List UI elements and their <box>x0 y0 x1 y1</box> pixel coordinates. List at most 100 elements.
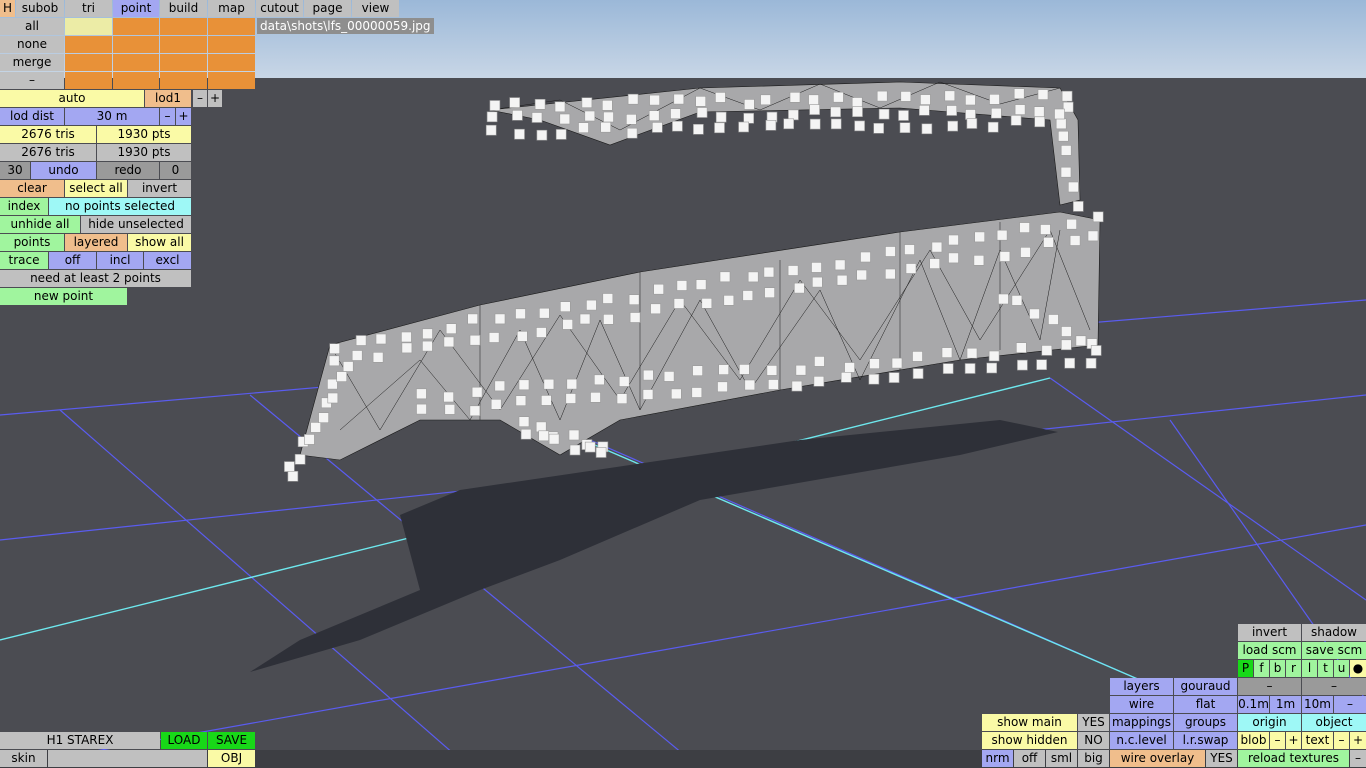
point-marker[interactable] <box>538 307 550 319</box>
point-marker[interactable] <box>918 105 930 116</box>
hide-unselected-button[interactable]: hide unselected <box>81 216 191 233</box>
point-marker[interactable] <box>814 356 825 367</box>
point-marker[interactable] <box>1034 116 1045 128</box>
point-marker[interactable] <box>401 331 412 343</box>
point-marker[interactable] <box>793 282 805 294</box>
point-marker[interactable] <box>565 393 577 404</box>
point-marker[interactable] <box>673 298 685 309</box>
color-cell[interactable] <box>65 54 112 71</box>
color-cell[interactable] <box>208 54 255 71</box>
point-marker[interactable] <box>579 313 591 325</box>
point-marker[interactable] <box>625 114 637 125</box>
color-cell[interactable] <box>65 72 112 89</box>
point-marker[interactable] <box>1033 106 1045 117</box>
point-marker[interactable] <box>1048 314 1059 325</box>
point-marker[interactable] <box>1041 345 1053 356</box>
point-marker[interactable] <box>1061 326 1072 337</box>
lod-dist-plus[interactable]: + <box>176 108 191 125</box>
point-marker[interactable] <box>999 251 1011 262</box>
view-perspective-button[interactable]: P <box>1238 660 1253 677</box>
lod1-button[interactable]: lod1 <box>145 90 191 107</box>
point-marker[interactable] <box>695 96 707 107</box>
lod-minus-button[interactable]: – <box>193 90 207 107</box>
reload-textures-button[interactable]: reload textures <box>1238 750 1349 767</box>
point-marker[interactable] <box>342 361 354 372</box>
point-marker[interactable] <box>650 303 661 315</box>
point-marker[interactable] <box>844 362 855 373</box>
clear-button[interactable]: clear <box>0 180 64 197</box>
point-marker[interactable] <box>715 92 726 103</box>
point-marker[interactable] <box>1043 237 1054 248</box>
point-marker[interactable] <box>1019 222 1030 233</box>
point-marker[interactable] <box>1017 359 1028 371</box>
show-hidden-label[interactable]: show hidden <box>982 732 1077 749</box>
point-marker[interactable] <box>717 381 728 393</box>
point-marker[interactable] <box>966 347 978 359</box>
point-marker[interactable] <box>287 470 299 482</box>
point-marker[interactable] <box>1054 108 1065 120</box>
trace-incl-button[interactable]: incl <box>97 252 143 269</box>
groups-button[interactable]: groups <box>1174 714 1237 731</box>
color-cell[interactable] <box>113 54 159 71</box>
point-marker[interactable] <box>747 271 759 283</box>
trace-off-button[interactable]: off <box>49 252 96 269</box>
point-marker[interactable] <box>723 294 735 306</box>
point-marker[interactable] <box>1092 211 1104 223</box>
color-cell[interactable] <box>160 72 207 89</box>
point-marker[interactable] <box>536 129 548 141</box>
undo-button[interactable]: undo <box>31 162 96 179</box>
point-marker[interactable] <box>649 94 660 106</box>
select-none-button[interactable]: none <box>0 36 64 53</box>
point-marker[interactable] <box>538 430 550 442</box>
sml-button[interactable]: sml <box>1046 750 1077 767</box>
point-marker[interactable] <box>965 94 976 106</box>
point-marker[interactable] <box>693 124 704 135</box>
point-marker[interactable] <box>1013 88 1025 99</box>
point-marker[interactable] <box>1085 357 1097 369</box>
point-marker[interactable] <box>603 111 614 123</box>
point-marker[interactable] <box>516 330 528 342</box>
point-marker[interactable] <box>1087 230 1099 242</box>
blob-minus-button[interactable]: – <box>1270 732 1285 749</box>
point-marker[interactable] <box>788 109 799 121</box>
point-marker[interactable] <box>445 323 457 335</box>
point-marker[interactable] <box>876 90 888 102</box>
trace-button[interactable]: trace <box>0 252 48 269</box>
point-marker[interactable] <box>856 269 868 281</box>
point-marker[interactable] <box>304 434 315 445</box>
point-marker[interactable] <box>965 109 976 120</box>
point-marker[interactable] <box>318 412 329 424</box>
point-marker[interactable] <box>974 231 986 243</box>
point-marker[interactable] <box>763 266 775 278</box>
point-marker[interactable] <box>562 319 574 330</box>
point-marker[interactable] <box>744 379 756 391</box>
tab-cutout[interactable]: cutout <box>256 0 303 17</box>
grid-dash-button[interactable]: – <box>1334 696 1366 713</box>
point-marker[interactable] <box>998 293 1009 305</box>
lod-dist-label[interactable]: lod dist <box>0 108 64 125</box>
color-cell[interactable] <box>113 72 159 89</box>
point-marker[interactable] <box>488 332 500 343</box>
point-marker[interactable] <box>355 335 367 346</box>
point-marker[interactable] <box>833 91 844 103</box>
point-marker[interactable] <box>310 422 322 433</box>
point-marker[interactable] <box>515 308 526 320</box>
point-marker[interactable] <box>904 244 915 255</box>
point-marker[interactable] <box>601 100 613 111</box>
point-marker[interactable] <box>899 122 911 133</box>
color-cell[interactable] <box>113 36 159 53</box>
point-marker[interactable] <box>1060 166 1072 178</box>
mappings-button[interactable]: mappings <box>1110 714 1173 731</box>
blob-button[interactable]: blob <box>1238 732 1269 749</box>
point-marker[interactable] <box>860 251 871 263</box>
point-marker[interactable] <box>1090 345 1102 356</box>
point-marker[interactable] <box>618 376 630 387</box>
point-marker[interactable] <box>765 120 777 131</box>
point-marker[interactable] <box>543 378 555 390</box>
point-marker[interactable] <box>964 363 976 374</box>
point-marker[interactable] <box>518 416 530 428</box>
show-hidden-value[interactable]: NO <box>1078 732 1109 749</box>
point-marker[interactable] <box>701 297 713 309</box>
object-button[interactable]: object <box>1302 714 1366 731</box>
show-all-button[interactable]: show all <box>128 234 191 251</box>
